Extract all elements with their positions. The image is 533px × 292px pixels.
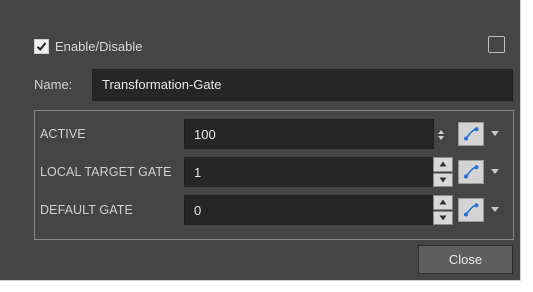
enable-disable-label: Enable/Disable	[55, 38, 143, 54]
lock-toggle-box[interactable]	[488, 36, 505, 53]
spinner-arrows-icon[interactable]	[437, 128, 445, 142]
checkmark-icon	[36, 41, 47, 51]
spin-down-button[interactable]	[433, 210, 453, 225]
param-label: ACTIVE	[40, 127, 86, 141]
triangle-down-icon[interactable]	[490, 168, 500, 176]
enable-disable-row[interactable]: Enable/Disable	[34, 36, 142, 56]
function-curve-button[interactable]	[458, 122, 484, 146]
parameters-group: ACTIVE 100 LOCAL TARGET GATE 1 DEFAULT G…	[34, 110, 514, 240]
spin-down-button[interactable]	[433, 172, 453, 187]
param-label: LOCAL TARGET GATE	[40, 165, 172, 179]
triangle-down-icon[interactable]	[490, 130, 500, 138]
param-row-local-target-gate: LOCAL TARGET GATE 1	[35, 157, 513, 187]
arrow-up-icon	[439, 199, 447, 205]
layer-properties-dialog: Enable/Disable Name: Transformation-Gate…	[0, 0, 521, 281]
active-field[interactable]: 100	[184, 119, 434, 149]
function-curve-icon	[463, 127, 479, 141]
arrow-down-icon	[439, 215, 447, 221]
arrow-down-icon	[439, 177, 447, 183]
function-curve-icon	[463, 203, 479, 217]
param-label: DEFAULT GATE	[40, 203, 133, 217]
enable-checkbox[interactable]	[34, 38, 49, 54]
param-row-default-gate: DEFAULT GATE 0	[35, 195, 513, 225]
default-gate-field[interactable]: 0	[184, 195, 434, 225]
function-curve-button[interactable]	[458, 160, 484, 184]
arrow-up-icon	[439, 161, 447, 167]
param-row-active: ACTIVE 100	[35, 119, 513, 149]
spin-up-button[interactable]	[433, 195, 453, 210]
function-curve-icon	[463, 165, 479, 179]
triangle-down-icon[interactable]	[490, 206, 500, 214]
name-label: Name:	[34, 77, 73, 92]
close-button[interactable]: Close	[418, 245, 513, 274]
local-target-gate-field[interactable]: 1	[184, 157, 434, 187]
local-target-gate-spinner[interactable]	[433, 157, 453, 187]
spin-up-button[interactable]	[433, 157, 453, 172]
default-gate-spinner[interactable]	[433, 195, 453, 225]
name-field[interactable]: Transformation-Gate	[92, 69, 513, 101]
function-curve-button[interactable]	[458, 198, 484, 222]
